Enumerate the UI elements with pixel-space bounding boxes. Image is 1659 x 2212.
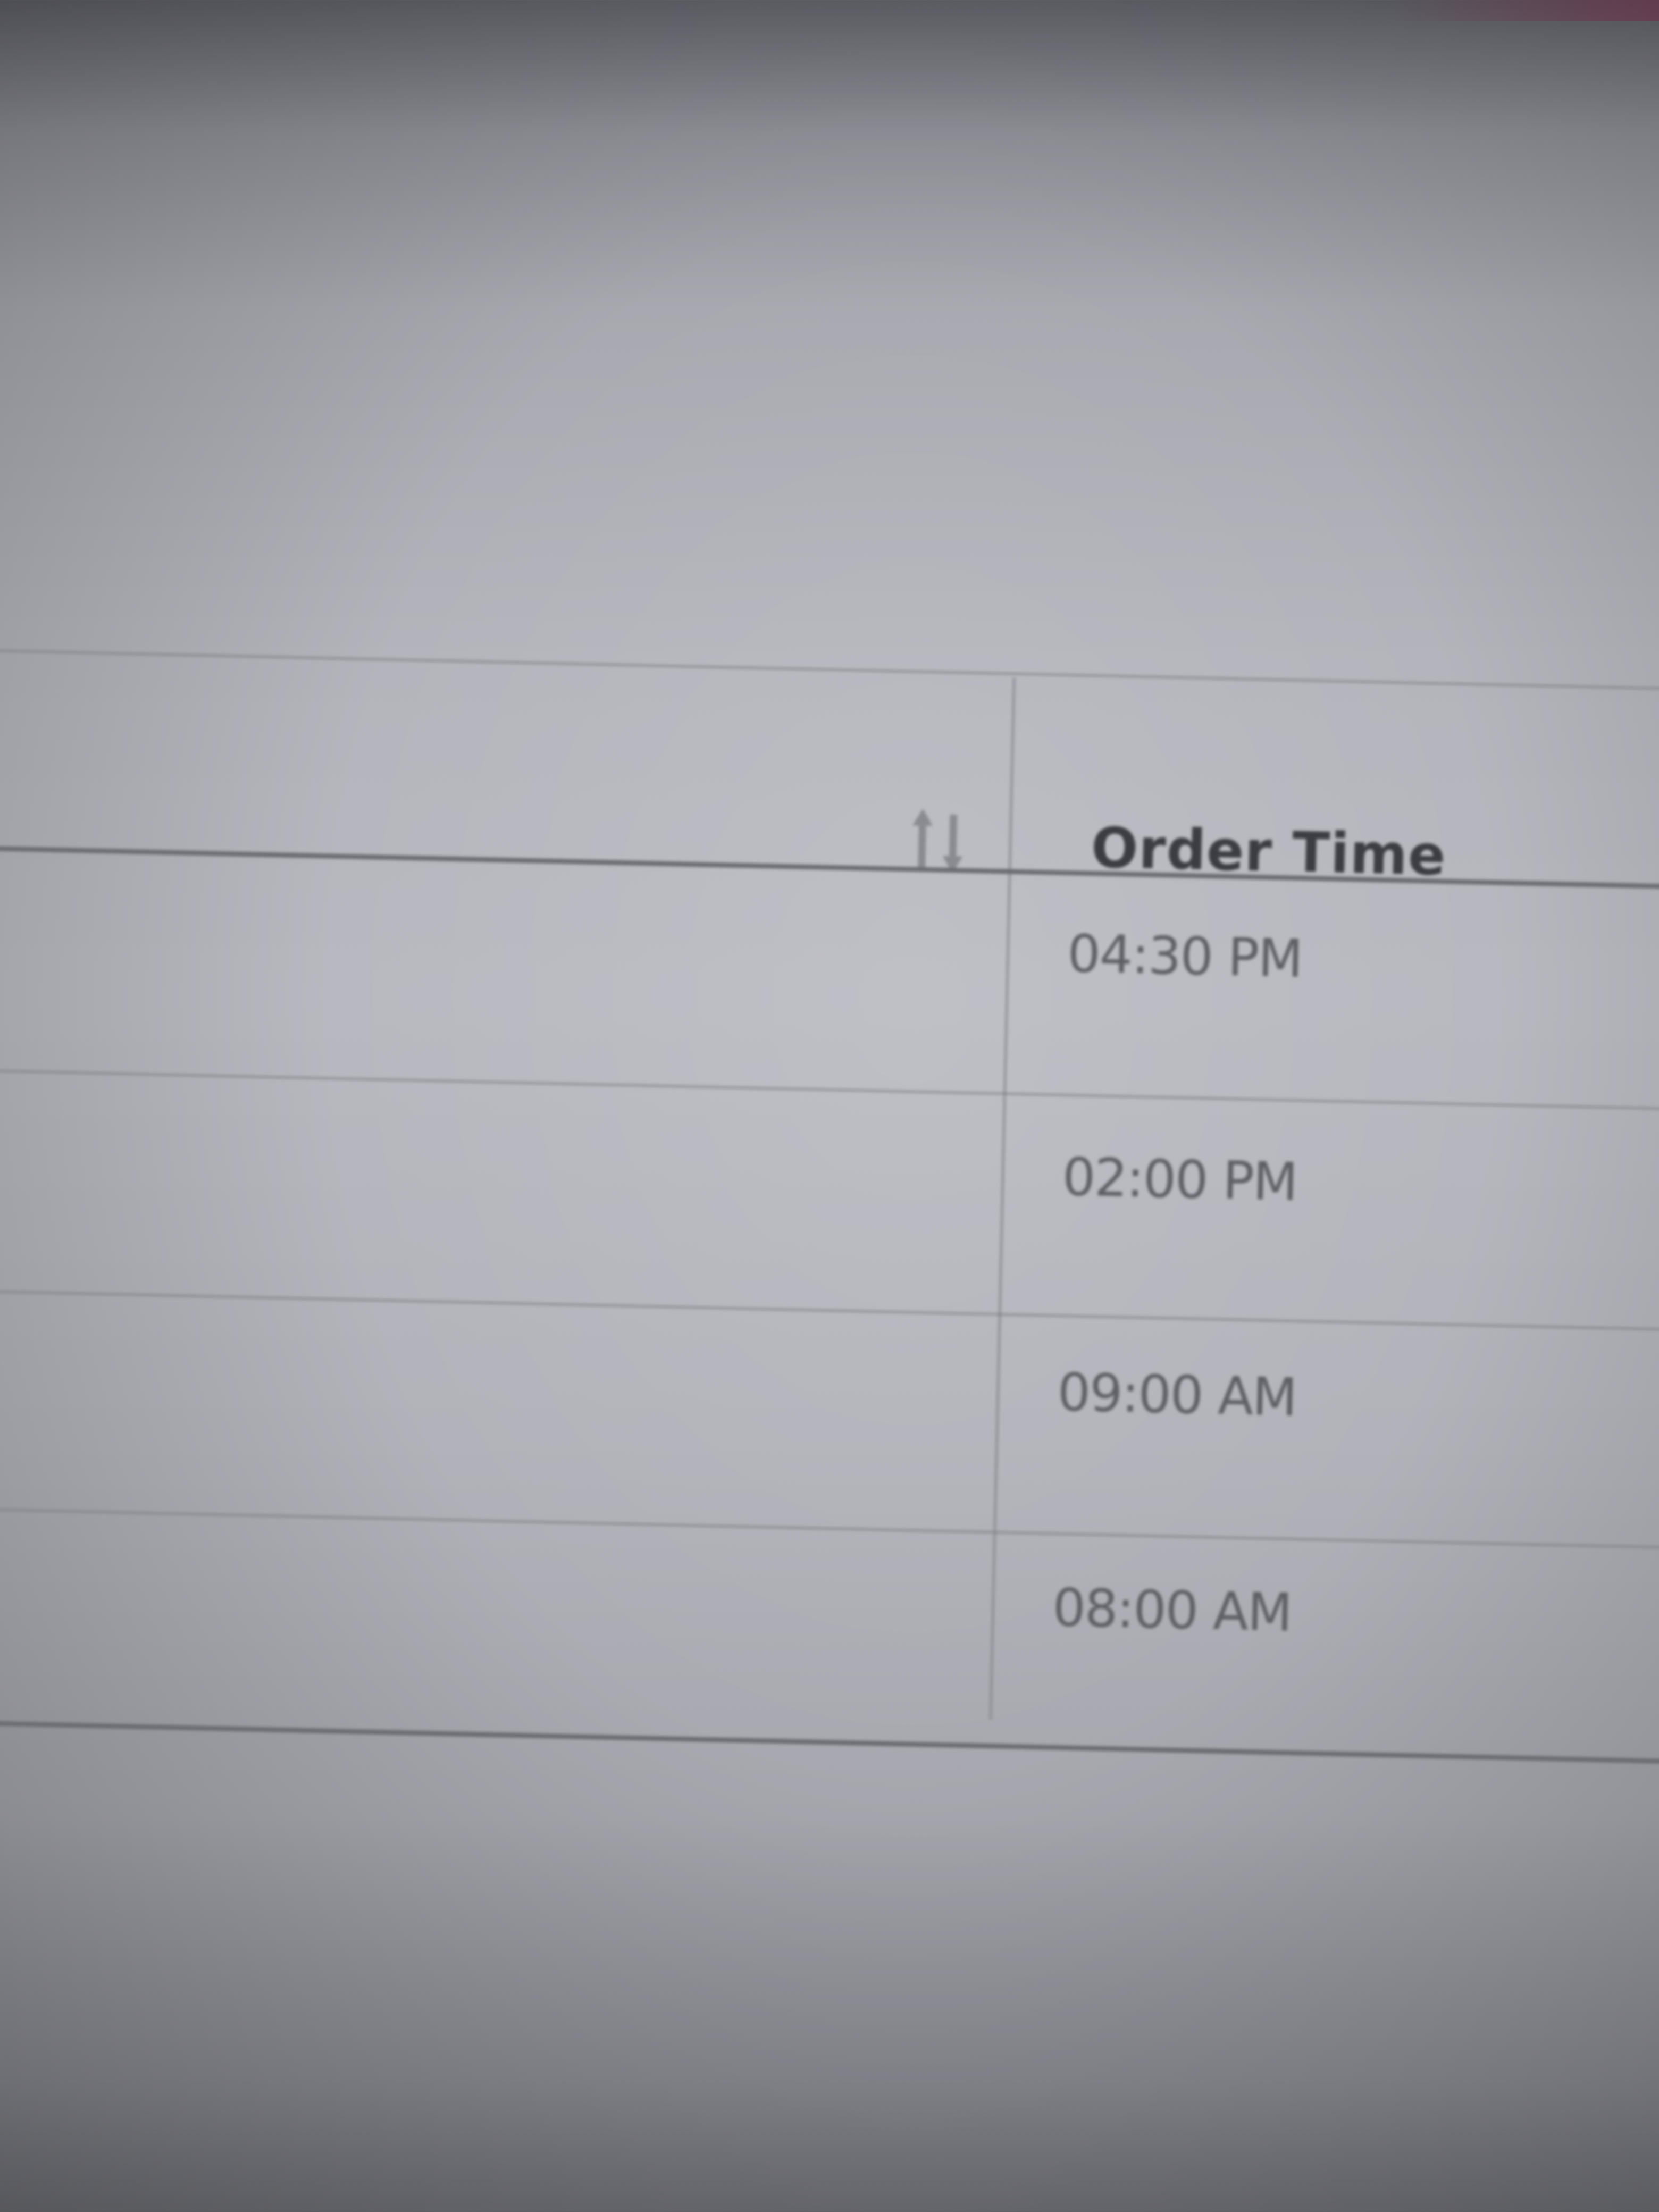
order-time-cell: 04:30 PM	[1067, 924, 1303, 990]
table-row[interactable]: 02:00 PM	[0, 1071, 1659, 1329]
screen-edge	[1382, 0, 1659, 21]
table-row[interactable]: 09:00 AM	[0, 1292, 1659, 1547]
table-row[interactable]: 08:00 AM	[0, 1510, 1659, 1759]
order-time-cell: 08:00 AM	[1052, 1577, 1292, 1644]
table-row[interactable]: 04:30 PM	[0, 851, 1659, 1108]
order-time-cell: 09:00 AM	[1057, 1362, 1297, 1429]
order-time-cell: 02:00 PM	[1061, 1146, 1298, 1213]
orders-table: Order Time 04:30 PM 02:00 PM 09:00 AM 08…	[0, 649, 1659, 1858]
column-header-left[interactable]	[0, 654, 1010, 864]
